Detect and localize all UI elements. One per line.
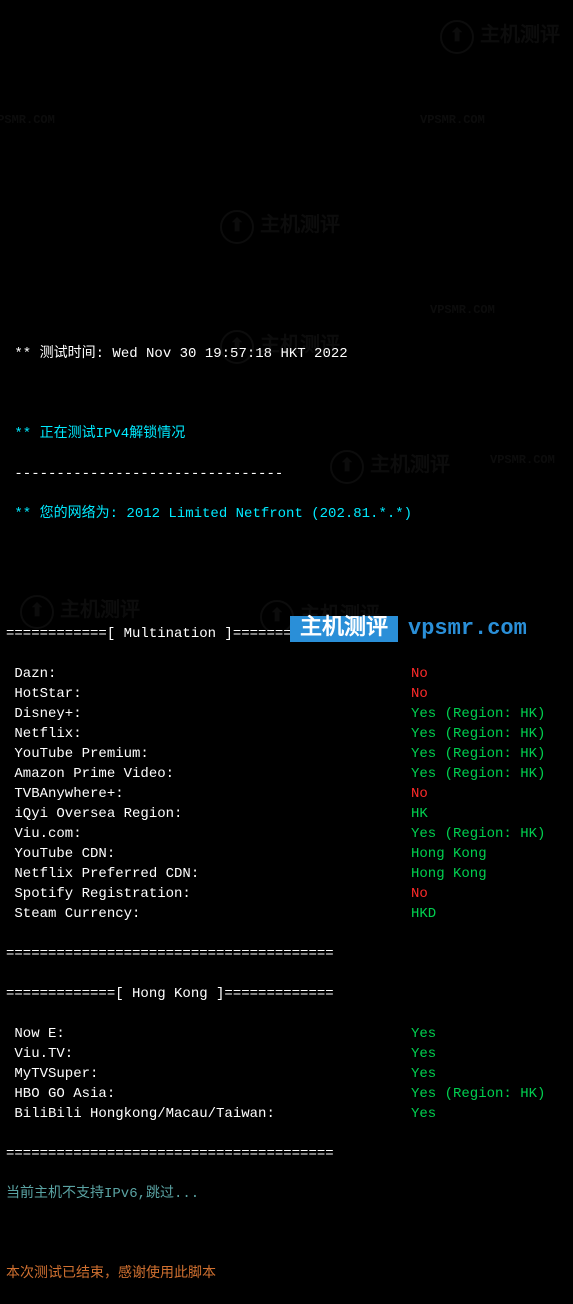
blank-line — [6, 544, 567, 564]
result-label: Viu.TV: — [6, 1044, 411, 1064]
result-label: Now E: — [6, 1024, 411, 1044]
separator-line: ======================================= — [6, 944, 567, 964]
footer-badge: 主机测评 vpsmr.com — [290, 616, 537, 642]
watermark-icon: ⬆ — [220, 210, 254, 244]
blank-line — [6, 584, 567, 604]
badge-domain: vpsmr.com — [398, 616, 537, 642]
test-end-line: 本次测试已结束，感谢使用此脚本 — [6, 1264, 567, 1284]
result-row: YouTube Premium:Yes (Region: HK) — [6, 744, 567, 764]
watermark: VPSMR.COM — [430, 300, 495, 320]
result-label: MyTVSuper: — [6, 1064, 411, 1084]
result-label: YouTube CDN: — [6, 844, 411, 864]
result-value: Yes (Region: HK) — [411, 704, 567, 724]
result-value: Yes — [411, 1064, 567, 1084]
result-label: Netflix Preferred CDN: — [6, 864, 411, 884]
result-value: No — [411, 884, 567, 904]
result-row: Spotify Registration:No — [6, 884, 567, 904]
result-row: Viu.TV:Yes — [6, 1044, 567, 1064]
result-label: Disney+: — [6, 704, 411, 724]
result-label: HotStar: — [6, 684, 411, 704]
hongkong-header: =============[ Hong Kong ]============= — [6, 984, 567, 1004]
result-label: BiliBili Hongkong/Macau/Taiwan: — [6, 1104, 411, 1124]
result-value: HKD — [411, 904, 567, 924]
dash-line: -------------------------------- — [6, 464, 567, 484]
result-value: Yes — [411, 1104, 567, 1124]
result-label: HBO GO Asia: — [6, 1084, 411, 1104]
result-value: Yes (Region: HK) — [411, 724, 567, 744]
watermark: ⬆ 主机测评 — [220, 210, 340, 244]
result-value: Yes — [411, 1024, 567, 1044]
result-label: Dazn: — [6, 664, 411, 684]
result-row: MyTVSuper:Yes — [6, 1064, 567, 1084]
result-row: Dazn:No — [6, 664, 567, 684]
result-value: Hong Kong — [411, 844, 567, 864]
result-value: No — [411, 684, 567, 704]
result-row: Viu.com:Yes (Region: HK) — [6, 824, 567, 844]
ipv6-skip-line: 当前主机不支持IPv6,跳过... — [6, 1184, 567, 1204]
result-value: Yes (Region: HK) — [411, 764, 567, 784]
watermark-icon: ⬆ — [440, 20, 474, 54]
result-value: Hong Kong — [411, 864, 567, 884]
result-label: YouTube Premium: — [6, 744, 411, 764]
ipv4-testing-line: ** 正在测试IPv4解锁情况 — [6, 424, 567, 444]
result-value: No — [411, 664, 567, 684]
result-value: Yes (Region: HK) — [411, 744, 567, 764]
result-row: Netflix Preferred CDN:Hong Kong — [6, 864, 567, 884]
result-label: iQyi Oversea Region: — [6, 804, 411, 824]
watermark: VPSMR.COM — [0, 110, 55, 130]
result-row: Disney+:Yes (Region: HK) — [6, 704, 567, 724]
result-row: iQyi Oversea Region:HK — [6, 804, 567, 824]
result-row: Netflix:Yes (Region: HK) — [6, 724, 567, 744]
result-row: Amazon Prime Video:Yes (Region: HK) — [6, 764, 567, 784]
result-row: HBO GO Asia:Yes (Region: HK) — [6, 1084, 567, 1104]
badge-cn: 主机测评 — [290, 616, 398, 642]
result-label: Steam Currency: — [6, 904, 411, 924]
network-line: ** 您的网络为: 2012 Limited Netfront (202.81.… — [6, 504, 567, 524]
result-row: HotStar:No — [6, 684, 567, 704]
watermark: VPSMR.COM — [420, 110, 485, 130]
result-value: No — [411, 784, 567, 804]
result-row: YouTube CDN:Hong Kong — [6, 844, 567, 864]
result-value: Yes — [411, 1044, 567, 1064]
result-row: TVBAnywhere+:No — [6, 784, 567, 804]
result-label: Spotify Registration: — [6, 884, 411, 904]
result-label: Amazon Prime Video: — [6, 764, 411, 784]
test-time-line: ** 测试时间: Wed Nov 30 19:57:18 HKT 2022 — [6, 344, 567, 364]
result-label: Netflix: — [6, 724, 411, 744]
result-row: Steam Currency:HKD — [6, 904, 567, 924]
result-value: Yes (Region: HK) — [411, 1084, 567, 1104]
result-value: HK — [411, 804, 567, 824]
result-row: Now E:Yes — [6, 1024, 567, 1044]
result-label: Viu.com: — [6, 824, 411, 844]
result-label: TVBAnywhere+: — [6, 784, 411, 804]
watermark: ⬆ 主机测评 — [440, 20, 560, 54]
blank-line — [6, 1224, 567, 1244]
separator-line: ======================================= — [6, 1144, 567, 1164]
result-row: BiliBili Hongkong/Macau/Taiwan:Yes — [6, 1104, 567, 1124]
result-value: Yes (Region: HK) — [411, 824, 567, 844]
blank-line — [6, 384, 567, 404]
